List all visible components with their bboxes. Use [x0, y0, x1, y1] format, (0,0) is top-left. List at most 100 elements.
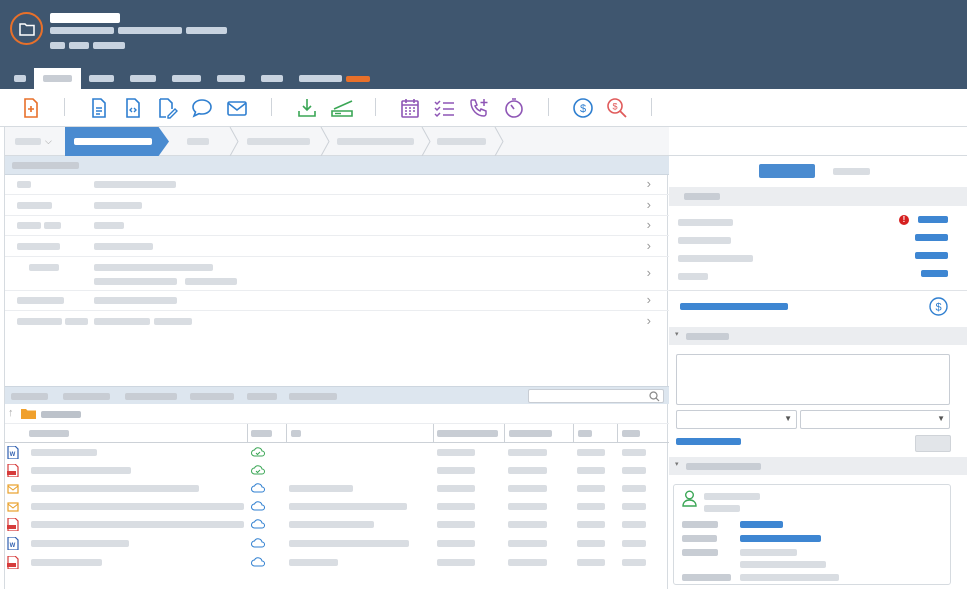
- column-header[interactable]: [509, 430, 552, 437]
- nav-tab-1[interactable]: [0, 68, 34, 89]
- column-header[interactable]: [622, 430, 640, 437]
- comment-icon[interactable]: [191, 97, 213, 119]
- document-row[interactable]: [5, 480, 669, 498]
- document-row[interactable]: [5, 498, 669, 516]
- doc-tab[interactable]: [289, 393, 337, 400]
- nav-tab-3[interactable]: [81, 68, 122, 89]
- matter-meta-3: [93, 42, 125, 49]
- breadcrumb-separator: [229, 127, 239, 156]
- toggle-active-button[interactable]: [759, 164, 815, 178]
- column-header[interactable]: [578, 430, 592, 437]
- details-section-header[interactable]: [5, 156, 669, 175]
- doc-tab[interactable]: [63, 393, 110, 400]
- column-header[interactable]: [437, 430, 498, 437]
- billing-link[interactable]: [680, 303, 788, 310]
- alert-icon[interactable]: !: [899, 215, 909, 225]
- select-2[interactable]: ▼: [800, 410, 950, 429]
- chevron-right-icon: ›: [646, 197, 651, 212]
- nav-tab-8[interactable]: [291, 68, 350, 89]
- document-row[interactable]: [5, 516, 669, 534]
- nav-tab-2[interactable]: [34, 68, 81, 89]
- list-item[interactable]: ›: [5, 216, 669, 236]
- breadcrumb-active[interactable]: [65, 127, 169, 156]
- document-row[interactable]: [5, 554, 669, 572]
- document-icon[interactable]: [88, 97, 110, 119]
- column-header[interactable]: [251, 430, 272, 437]
- timer-icon[interactable]: [503, 97, 525, 119]
- notes-section-header[interactable]: ▾: [669, 327, 967, 345]
- person-icon: [682, 490, 697, 507]
- document-row[interactable]: W: [5, 535, 669, 553]
- folder-icon: [18, 22, 35, 36]
- select-1[interactable]: ▼: [676, 410, 797, 429]
- matter-subtitle-3: [186, 27, 227, 34]
- nav-tab-5[interactable]: [164, 68, 209, 89]
- matter-title-block: [50, 13, 227, 53]
- list-item[interactable]: ›: [5, 311, 669, 332]
- contact-link[interactable]: [740, 521, 783, 528]
- matter-meta-1: [50, 42, 65, 49]
- calendar-icon[interactable]: [399, 97, 421, 119]
- list-item[interactable]: ›: [5, 175, 669, 195]
- toolbar-separator: [548, 98, 549, 116]
- billing-icon[interactable]: $: [929, 297, 948, 316]
- right-pane: ! $ ▾ ▼ ▼ ▾: [669, 127, 967, 589]
- billing-icon[interactable]: $: [572, 97, 594, 119]
- dropdown-arrow-icon: ▼: [937, 414, 945, 423]
- breadcrumb-item[interactable]: [187, 127, 209, 156]
- toggle-inactive-button[interactable]: [833, 168, 870, 175]
- checklist-icon[interactable]: [433, 97, 455, 119]
- document-row[interactable]: [5, 462, 669, 480]
- chevron-right-icon: ›: [646, 176, 651, 191]
- email-icon[interactable]: [226, 97, 248, 119]
- breadcrumb-root[interactable]: ⌵: [15, 127, 52, 156]
- notes-textarea[interactable]: [676, 354, 950, 405]
- contacts-section-header[interactable]: ▾: [669, 457, 967, 475]
- summary-section-header[interactable]: [669, 187, 967, 206]
- right-pane-header: [669, 127, 967, 156]
- action-badge[interactable]: [346, 75, 370, 82]
- word-file-icon: W: [7, 537, 19, 550]
- breadcrumb: ⌵: [5, 127, 669, 156]
- add-call-icon[interactable]: [468, 97, 490, 119]
- svg-text:$: $: [580, 103, 586, 115]
- nav-tab-4[interactable]: [122, 68, 164, 89]
- pdf-file-icon: [7, 556, 19, 569]
- doc-tab[interactable]: [190, 393, 234, 400]
- breadcrumb-item[interactable]: [247, 127, 310, 156]
- contact-link[interactable]: [740, 535, 821, 542]
- summary-row: [678, 270, 958, 282]
- list-item[interactable]: ›: [5, 195, 669, 216]
- edit-document-icon[interactable]: [156, 97, 178, 119]
- document-row[interactable]: W: [5, 444, 669, 462]
- breadcrumb-item[interactable]: [337, 127, 414, 156]
- toolbar-separator: [651, 98, 652, 116]
- doc-tab[interactable]: [247, 393, 277, 400]
- search-billing-icon[interactable]: $: [606, 97, 628, 119]
- code-file-icon[interactable]: [122, 97, 144, 119]
- matter-folder-button[interactable]: [10, 12, 43, 45]
- svg-text:$: $: [612, 102, 617, 112]
- pdf-file-icon: [7, 464, 19, 477]
- folder-row[interactable]: ↑: [5, 404, 669, 424]
- list-item[interactable]: ›: [5, 257, 669, 291]
- summary-row: !: [678, 215, 958, 228]
- doc-tab[interactable]: [125, 393, 177, 400]
- contact-card[interactable]: [673, 484, 951, 585]
- download-icon[interactable]: [296, 97, 318, 119]
- new-document-icon[interactable]: [20, 97, 42, 119]
- list-item[interactable]: ›: [5, 291, 669, 311]
- add-link[interactable]: [676, 438, 741, 445]
- column-header[interactable]: [291, 430, 301, 437]
- action-button[interactable]: [915, 435, 951, 452]
- nav-tab-6[interactable]: [209, 68, 253, 89]
- list-item[interactable]: ›: [5, 236, 669, 257]
- column-header[interactable]: [29, 430, 69, 437]
- up-arrow-icon[interactable]: ↑: [8, 407, 14, 419]
- nav-tab-7[interactable]: [253, 68, 291, 89]
- breadcrumb-item[interactable]: [437, 127, 486, 156]
- doc-tab[interactable]: [11, 393, 48, 400]
- scanner-icon[interactable]: [330, 97, 354, 119]
- cloud-icon: [251, 501, 265, 511]
- document-search-input[interactable]: [528, 389, 664, 403]
